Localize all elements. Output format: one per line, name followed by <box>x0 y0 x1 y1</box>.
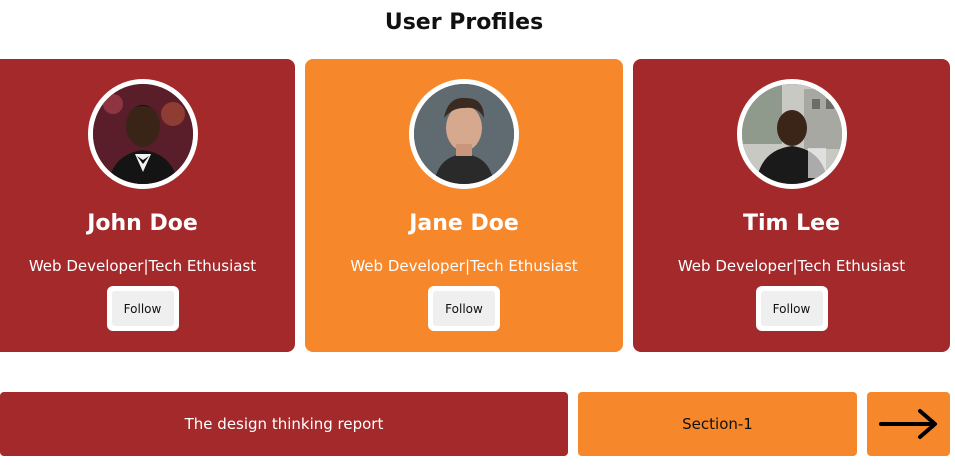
avatar <box>409 79 519 189</box>
card-name: Jane Doe <box>409 211 519 236</box>
page-title: User Profiles <box>384 10 544 35</box>
profile-card-jane-doe: Jane Doe Web Developer|Tech Ethusiast Fo… <box>305 59 623 352</box>
avatar-image <box>741 84 842 184</box>
avatar-image <box>92 84 193 184</box>
follow-button-frame: Follow <box>428 286 500 331</box>
next-button[interactable] <box>867 392 950 456</box>
card-name: Tim Lee <box>743 211 840 236</box>
follow-button-frame: Follow <box>106 286 179 331</box>
card-name: John Doe <box>87 211 198 236</box>
profile-card-tim-lee: Tim Lee Web Developer|Tech Ethusiast Fol… <box>633 59 950 352</box>
avatar-image <box>414 84 514 184</box>
design-thinking-report-link[interactable]: The design thinking report <box>0 392 568 456</box>
section-label: Section-1 <box>682 415 753 433</box>
card-role: Web Developer|Tech Ethusiast <box>350 257 578 275</box>
arrow-right-icon <box>878 409 937 439</box>
page: User Profiles John Doe Web Developer|Tec… <box>0 0 955 469</box>
avatar <box>736 79 847 189</box>
section-button[interactable]: Section-1 <box>578 392 857 456</box>
card-role: Web Developer|Tech Ethusiast <box>677 257 906 275</box>
follow-button[interactable]: Follow <box>433 291 495 326</box>
report-label: The design thinking report <box>184 415 384 433</box>
follow-button-frame: Follow <box>755 286 828 331</box>
follow-button[interactable]: Follow <box>111 291 174 326</box>
follow-button[interactable]: Follow <box>760 291 823 326</box>
avatar <box>87 79 198 189</box>
profile-card-john-doe: John Doe Web Developer|Tech Ethusiast Fo… <box>0 59 295 352</box>
card-role: Web Developer|Tech Ethusiast <box>28 257 257 275</box>
